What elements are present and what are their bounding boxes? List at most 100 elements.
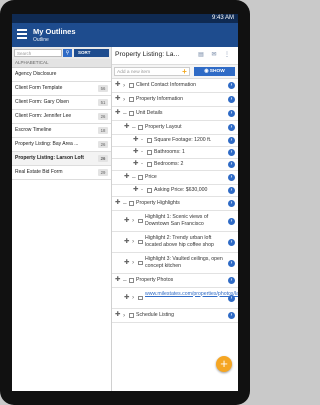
expand-icon[interactable]: - — [141, 149, 143, 155]
row-detail-icon[interactable]: › — [228, 110, 235, 117]
item-checkbox[interactable] — [138, 218, 143, 224]
outline-row[interactable]: ✚ – Unit Details › — [112, 107, 238, 121]
drag-handle-icon[interactable]: ✚ — [124, 217, 129, 225]
new-item-input[interactable]: Add a new item — [114, 67, 190, 76]
item-checkbox[interactable] — [147, 188, 152, 193]
collapse-icon[interactable]: – — [123, 110, 127, 117]
drag-handle-icon[interactable]: ✚ — [124, 294, 129, 302]
collapse-icon[interactable]: – — [123, 200, 127, 207]
drag-handle-icon[interactable]: ✚ — [115, 311, 120, 319]
row-detail-icon[interactable]: › — [228, 312, 235, 319]
row-detail-icon[interactable]: › — [228, 294, 235, 302]
outline-list-item[interactable]: Escrow Timeline 18 — [12, 124, 111, 138]
row-detail-icon[interactable]: › — [228, 217, 235, 225]
row-detail-icon[interactable]: › — [228, 82, 235, 89]
expand-icon[interactable]: › — [132, 217, 134, 224]
drag-handle-icon[interactable]: ✚ — [115, 95, 120, 103]
drag-handle-icon[interactable]: ✚ — [115, 81, 120, 89]
row-detail-icon[interactable]: › — [228, 174, 235, 181]
row-detail-icon[interactable]: › — [228, 200, 235, 207]
row-detail-icon[interactable]: › — [228, 187, 235, 194]
outline-list-item[interactable]: Real Estate Bid Form 29 — [12, 166, 111, 180]
item-checkbox[interactable] — [147, 162, 152, 167]
plus-icon: + — [220, 356, 228, 371]
outline-row[interactable]: ✚ – Price › — [112, 171, 238, 185]
more-options-icon[interactable]: ⋮ — [224, 52, 230, 59]
expand-icon[interactable]: › — [132, 259, 134, 266]
outline-row[interactable]: ✚ - Square Footage: 1200 ft. › — [112, 135, 238, 147]
sort-button[interactable]: SORT — [74, 49, 109, 57]
item-checkbox[interactable] — [129, 278, 134, 283]
outline-row[interactable]: ✚ - Bedrooms: 2 › — [112, 159, 238, 171]
outline-row[interactable]: ✚ › Property Information › — [112, 93, 238, 107]
expand-icon[interactable]: › — [132, 238, 134, 245]
row-detail-icon[interactable]: › — [228, 124, 235, 131]
item-checkbox[interactable] — [138, 175, 143, 180]
outline-list-item[interactable]: Client Form Template 56 — [12, 82, 111, 96]
outline-row[interactable]: ✚ › Highlight 2: Trendy urban loft located… — [112, 232, 238, 253]
item-checkbox[interactable] — [147, 138, 152, 143]
drag-handle-icon[interactable]: ✚ — [133, 148, 138, 156]
expand-icon[interactable]: - — [141, 187, 143, 193]
item-checkbox[interactable] — [138, 260, 143, 266]
collapse-icon[interactable]: – — [132, 174, 136, 181]
drag-handle-icon[interactable]: ✚ — [115, 276, 120, 284]
item-checkbox[interactable] — [138, 295, 143, 301]
drag-handle-icon[interactable]: ✚ — [115, 109, 120, 117]
outline-row[interactable]: ✚ › Client Contact Information › — [112, 79, 238, 93]
item-checkbox[interactable] — [138, 239, 143, 245]
outline-list-item[interactable]: Agency Disclosure — [12, 68, 111, 82]
outline-row[interactable]: ✚ – Property Highlights › — [112, 197, 238, 211]
collapse-icon[interactable]: – — [132, 124, 136, 131]
search-input[interactable]: Search — [14, 49, 62, 57]
expand-icon[interactable]: - — [141, 161, 143, 167]
row-detail-icon[interactable]: › — [228, 277, 235, 284]
outline-row[interactable]: ✚ › Schedule Listing › — [112, 309, 238, 323]
outline-row[interactable]: ✚ › Highlight 3: Vaulted ceilings, open co… — [112, 253, 238, 274]
outline-list-item[interactable]: Property Listing: Larson Loft 26 — [12, 152, 111, 166]
row-detail-icon[interactable]: › — [228, 149, 235, 156]
drag-handle-icon[interactable]: ✚ — [124, 259, 129, 267]
item-checkbox[interactable] — [138, 125, 143, 130]
drag-handle-icon[interactable]: ✚ — [124, 173, 129, 181]
collapse-icon[interactable]: – — [123, 277, 127, 284]
row-detail-icon[interactable]: › — [228, 238, 235, 246]
outline-row[interactable]: ✚ › www.milestates.com/properties/photos/l… — [112, 288, 238, 309]
outline-row[interactable]: ✚ – Property Photos › — [112, 274, 238, 288]
drag-handle-icon[interactable]: ✚ — [133, 160, 138, 168]
add-fab-button[interactable]: + — [216, 356, 232, 372]
row-detail-icon[interactable]: › — [228, 161, 235, 168]
row-detail-icon[interactable]: › — [228, 259, 235, 267]
outline-row[interactable]: ✚ - Asking Price: $630,000 › — [112, 185, 238, 197]
search-button[interactable]: ⚲ — [63, 49, 72, 57]
item-checkbox[interactable] — [129, 111, 134, 116]
expand-icon[interactable]: › — [123, 96, 125, 103]
outline-list-item[interactable]: Client Form: Jennifer Lee 26 — [12, 110, 111, 124]
row-detail-icon[interactable]: › — [228, 137, 235, 144]
outline-row[interactable]: ✚ › Highlight 1: Scenic views of Downtown … — [112, 211, 238, 232]
share-icon[interactable]: ✉ — [211, 52, 217, 59]
item-checkbox[interactable] — [147, 150, 152, 155]
expand-icon[interactable]: › — [123, 82, 125, 89]
outline-row[interactable]: ✚ - Bathrooms: 1 › — [112, 147, 238, 159]
item-checkbox[interactable] — [129, 97, 134, 102]
row-detail-icon[interactable]: › — [228, 96, 235, 103]
add-item-plus-icon[interactable]: + — [181, 68, 188, 76]
document-icon[interactable]: ▤ — [198, 52, 204, 59]
drag-handle-icon[interactable]: ✚ — [124, 238, 129, 246]
expand-icon[interactable]: › — [123, 312, 125, 319]
outline-list-item[interactable]: Property Listing: Bay Area ... 26 — [12, 138, 111, 152]
drag-handle-icon[interactable]: ✚ — [133, 136, 138, 144]
item-checkbox[interactable] — [129, 201, 134, 206]
drag-handle-icon[interactable]: ✚ — [115, 199, 120, 207]
menu-icon[interactable] — [17, 29, 27, 39]
item-checkbox[interactable] — [129, 313, 134, 318]
drag-handle-icon[interactable]: ✚ — [124, 123, 129, 131]
drag-handle-icon[interactable]: ✚ — [133, 186, 138, 194]
item-checkbox[interactable] — [129, 83, 134, 88]
show-button[interactable]: ◉ SHOW — [194, 67, 235, 76]
outline-list-item[interactable]: Client Form: Gary Olsen 51 — [12, 96, 111, 110]
expand-icon[interactable]: › — [132, 294, 134, 301]
expand-icon[interactable]: - — [141, 137, 143, 143]
outline-row[interactable]: ✚ – Property Layout › — [112, 121, 238, 135]
